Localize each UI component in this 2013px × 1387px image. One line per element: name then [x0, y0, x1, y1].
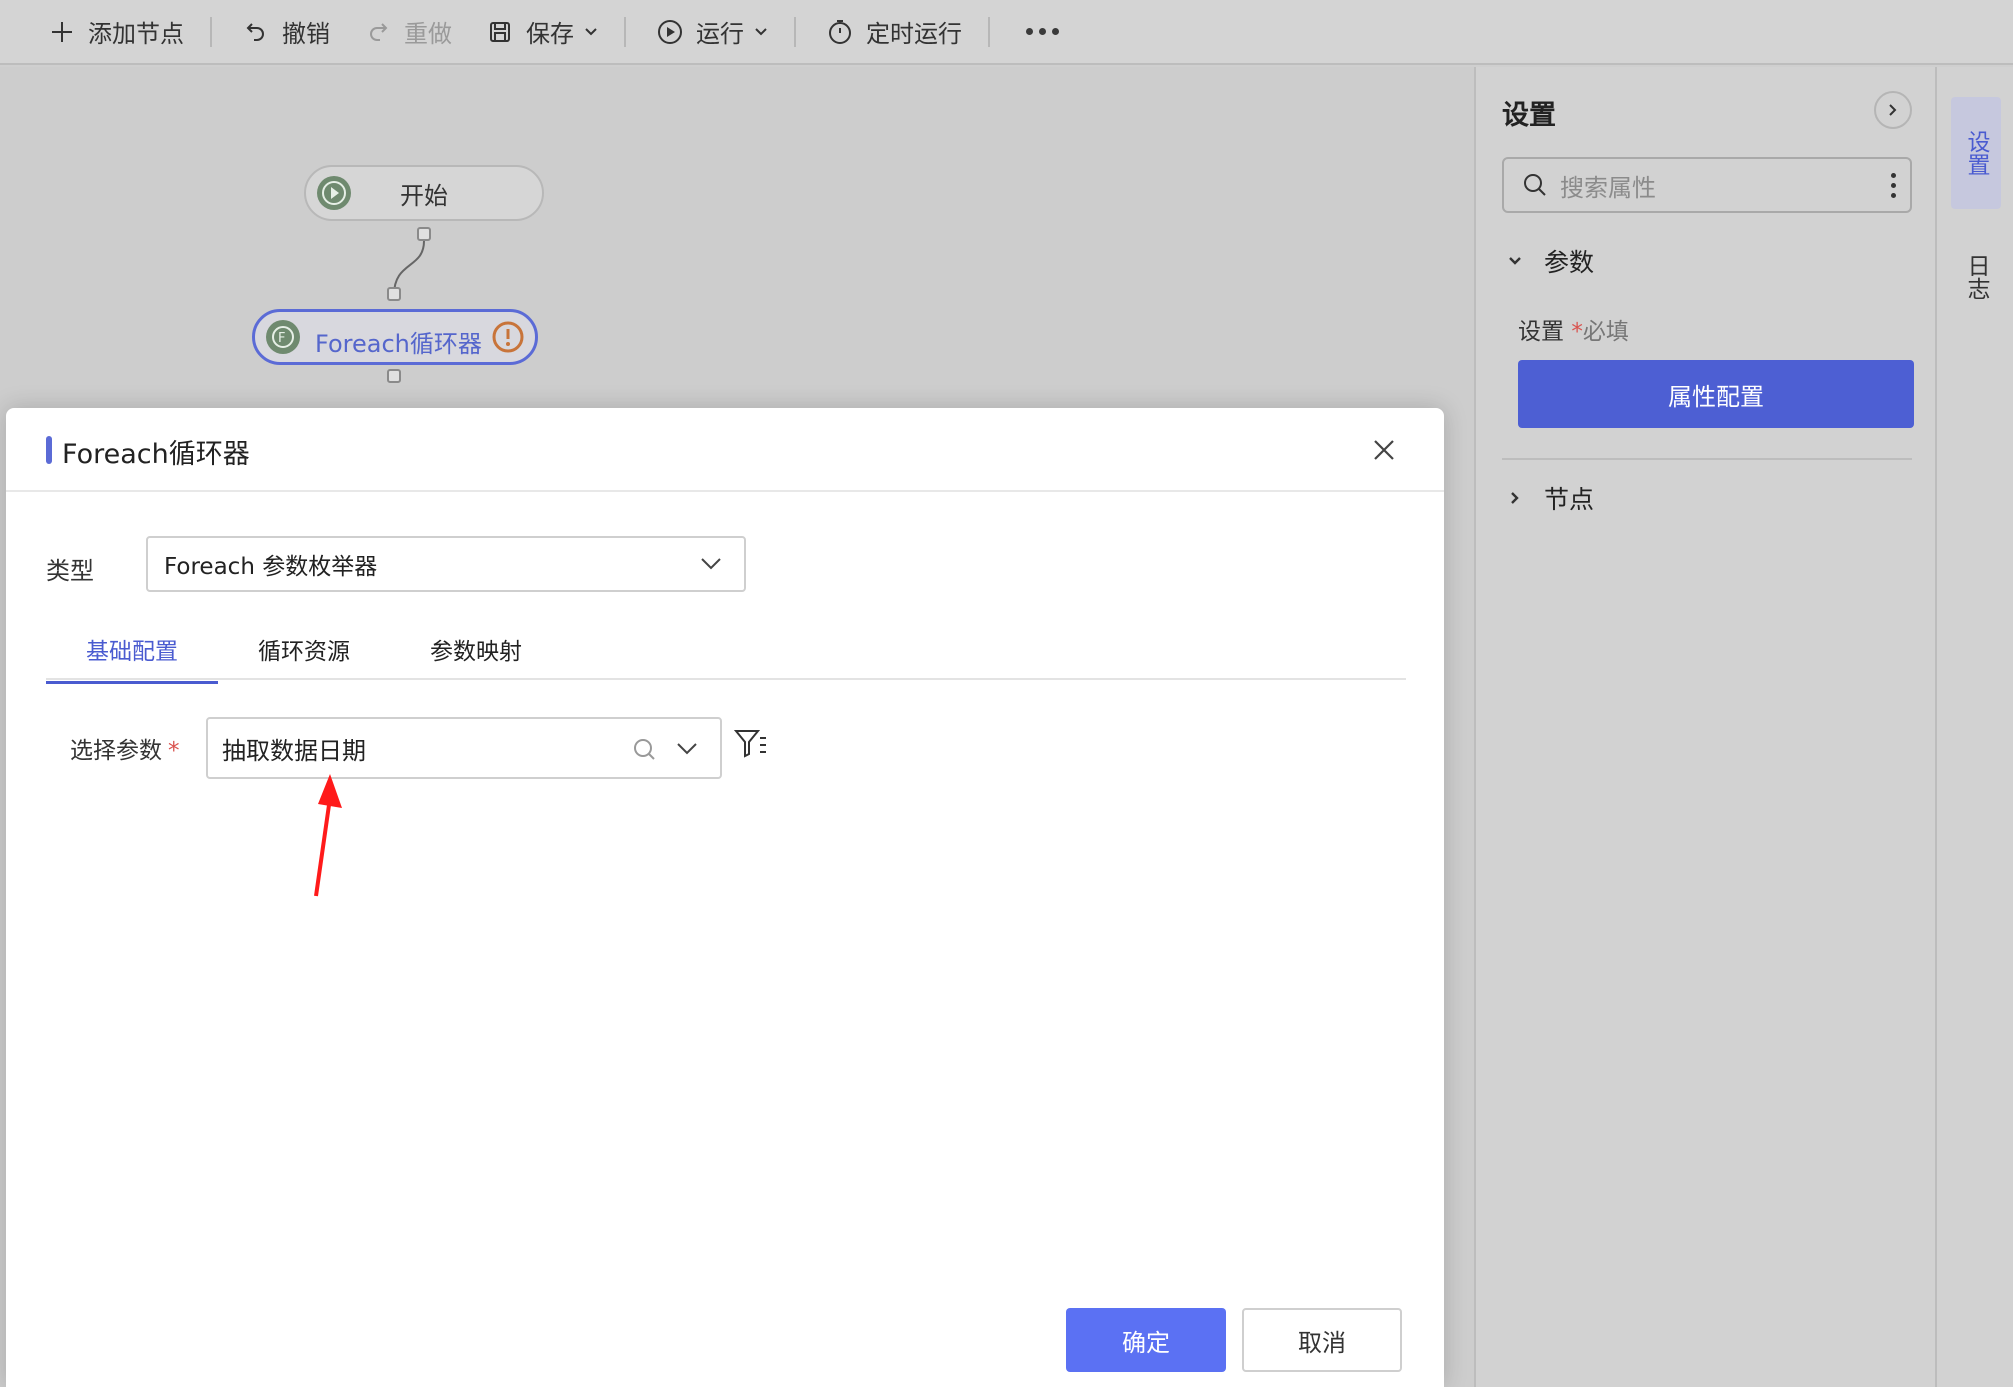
param-select-value: 抽取数据日期 [222, 736, 366, 765]
section-params-label: 参数 [1544, 248, 1595, 277]
dialog-title: Foreach循环器 [62, 439, 250, 470]
input-port[interactable] [387, 287, 401, 301]
chevron-right-icon [1889, 104, 1897, 116]
type-label: 类型 [46, 557, 94, 585]
collapse-panel-button[interactable] [1874, 91, 1912, 129]
toolbar-divider [210, 16, 212, 47]
required-text: 必填 [1582, 319, 1629, 345]
side-tabs: 设置 日志 [1937, 67, 2013, 1387]
settings-field-label: 设置 *必填 [1518, 312, 1629, 346]
close-icon[interactable] [1370, 436, 1398, 464]
tab-log[interactable]: 日志 [1951, 237, 2001, 317]
divider [1502, 458, 1912, 460]
foreach-config-dialog: Foreach循环器 类型 Foreach 参数枚举器 基础配置 循环资源 参数… [6, 408, 1444, 1387]
param-select-input[interactable]: 抽取数据日期 [206, 717, 722, 779]
chevron-right-icon [1511, 492, 1519, 504]
section-nodes-header[interactable]: 节点 [1506, 480, 1594, 516]
loop-icon: F [266, 320, 300, 354]
svg-text:F: F [278, 331, 285, 346]
warning-icon [492, 321, 524, 353]
filter-icon[interactable] [734, 728, 768, 760]
output-port[interactable] [387, 369, 401, 383]
section-params-header[interactable]: 参数 [1506, 243, 1594, 279]
add-node-button[interactable]: 添加节点 [40, 12, 210, 52]
more-icon[interactable] [1016, 12, 1069, 52]
search-placeholder: 搜索属性 [1560, 173, 1656, 202]
foreach-node-label: Foreach循环器 [315, 330, 482, 358]
select-param-label: 选择参数 * [70, 731, 180, 765]
annotation-arrow [314, 774, 342, 897]
kebab-menu-icon[interactable] [1891, 173, 1896, 198]
toolbar: 添加节点 撤销 重做 保存 运行 定时运行 [0, 0, 2013, 65]
start-node-label: 开始 [400, 181, 448, 210]
type-select-value: Foreach 参数枚举器 [164, 554, 378, 580]
foreach-node[interactable]: F Foreach循环器 [252, 309, 538, 365]
type-select[interactable]: Foreach 参数枚举器 [146, 536, 746, 592]
undo-icon [240, 16, 272, 48]
confirm-button[interactable]: 确定 [1066, 1308, 1226, 1372]
chevron-down-icon [755, 27, 767, 35]
toolbar-divider [624, 16, 626, 47]
field-label-text: 设置 [1518, 319, 1564, 345]
select-param-label-text: 选择参数 [70, 738, 162, 764]
scheduled-run-button[interactable]: 定时运行 [818, 12, 988, 52]
toolbar-divider [988, 16, 990, 47]
search-icon [634, 739, 655, 760]
add-node-label: 添加节点 [88, 20, 184, 48]
tab-basic-config[interactable]: 基础配置 [46, 634, 218, 684]
config-tabs: 基础配置 循环资源 参数映射 [46, 634, 1406, 684]
run-button[interactable]: 运行 [648, 12, 794, 52]
save-icon [484, 16, 516, 48]
tab-settings[interactable]: 设置 [1951, 97, 2001, 209]
undo-label: 撤销 [282, 20, 330, 48]
title-accent-bar [46, 436, 52, 464]
save-label: 保存 [526, 20, 574, 48]
chevron-down-icon [701, 558, 721, 570]
start-node[interactable]: 开始 [304, 165, 544, 221]
timer-icon [824, 16, 856, 48]
redo-button[interactable]: 重做 [356, 12, 478, 52]
settings-panel: 设置 搜索属性 参数 设置 *必填 属性配置 节点 [1474, 67, 1937, 1387]
undo-button[interactable]: 撤销 [234, 12, 356, 52]
tab-loop-resources[interactable]: 循环资源 [218, 634, 390, 678]
redo-icon [362, 16, 394, 48]
plus-icon [46, 16, 78, 48]
property-search-input[interactable]: 搜索属性 [1502, 157, 1912, 213]
chevron-down-icon [677, 743, 697, 755]
redo-label: 重做 [404, 20, 452, 48]
required-mark: * [168, 738, 180, 764]
save-button[interactable]: 保存 [478, 12, 624, 52]
scheduled-run-label: 定时运行 [866, 20, 962, 48]
toolbar-divider [794, 16, 796, 47]
search-icon [1524, 174, 1546, 196]
panel-title: 设置 [1502, 100, 1556, 131]
property-config-button[interactable]: 属性配置 [1518, 360, 1914, 428]
play-circle-icon [654, 16, 686, 48]
tab-param-mapping[interactable]: 参数映射 [390, 634, 562, 678]
run-label: 运行 [696, 20, 744, 48]
chevron-down-icon [585, 27, 597, 35]
chevron-down-icon [1509, 257, 1521, 265]
cancel-button[interactable]: 取消 [1242, 1308, 1402, 1372]
required-mark: * [1571, 319, 1583, 345]
section-nodes-label: 节点 [1544, 485, 1595, 514]
dialog-header: Foreach循环器 [6, 408, 1444, 492]
